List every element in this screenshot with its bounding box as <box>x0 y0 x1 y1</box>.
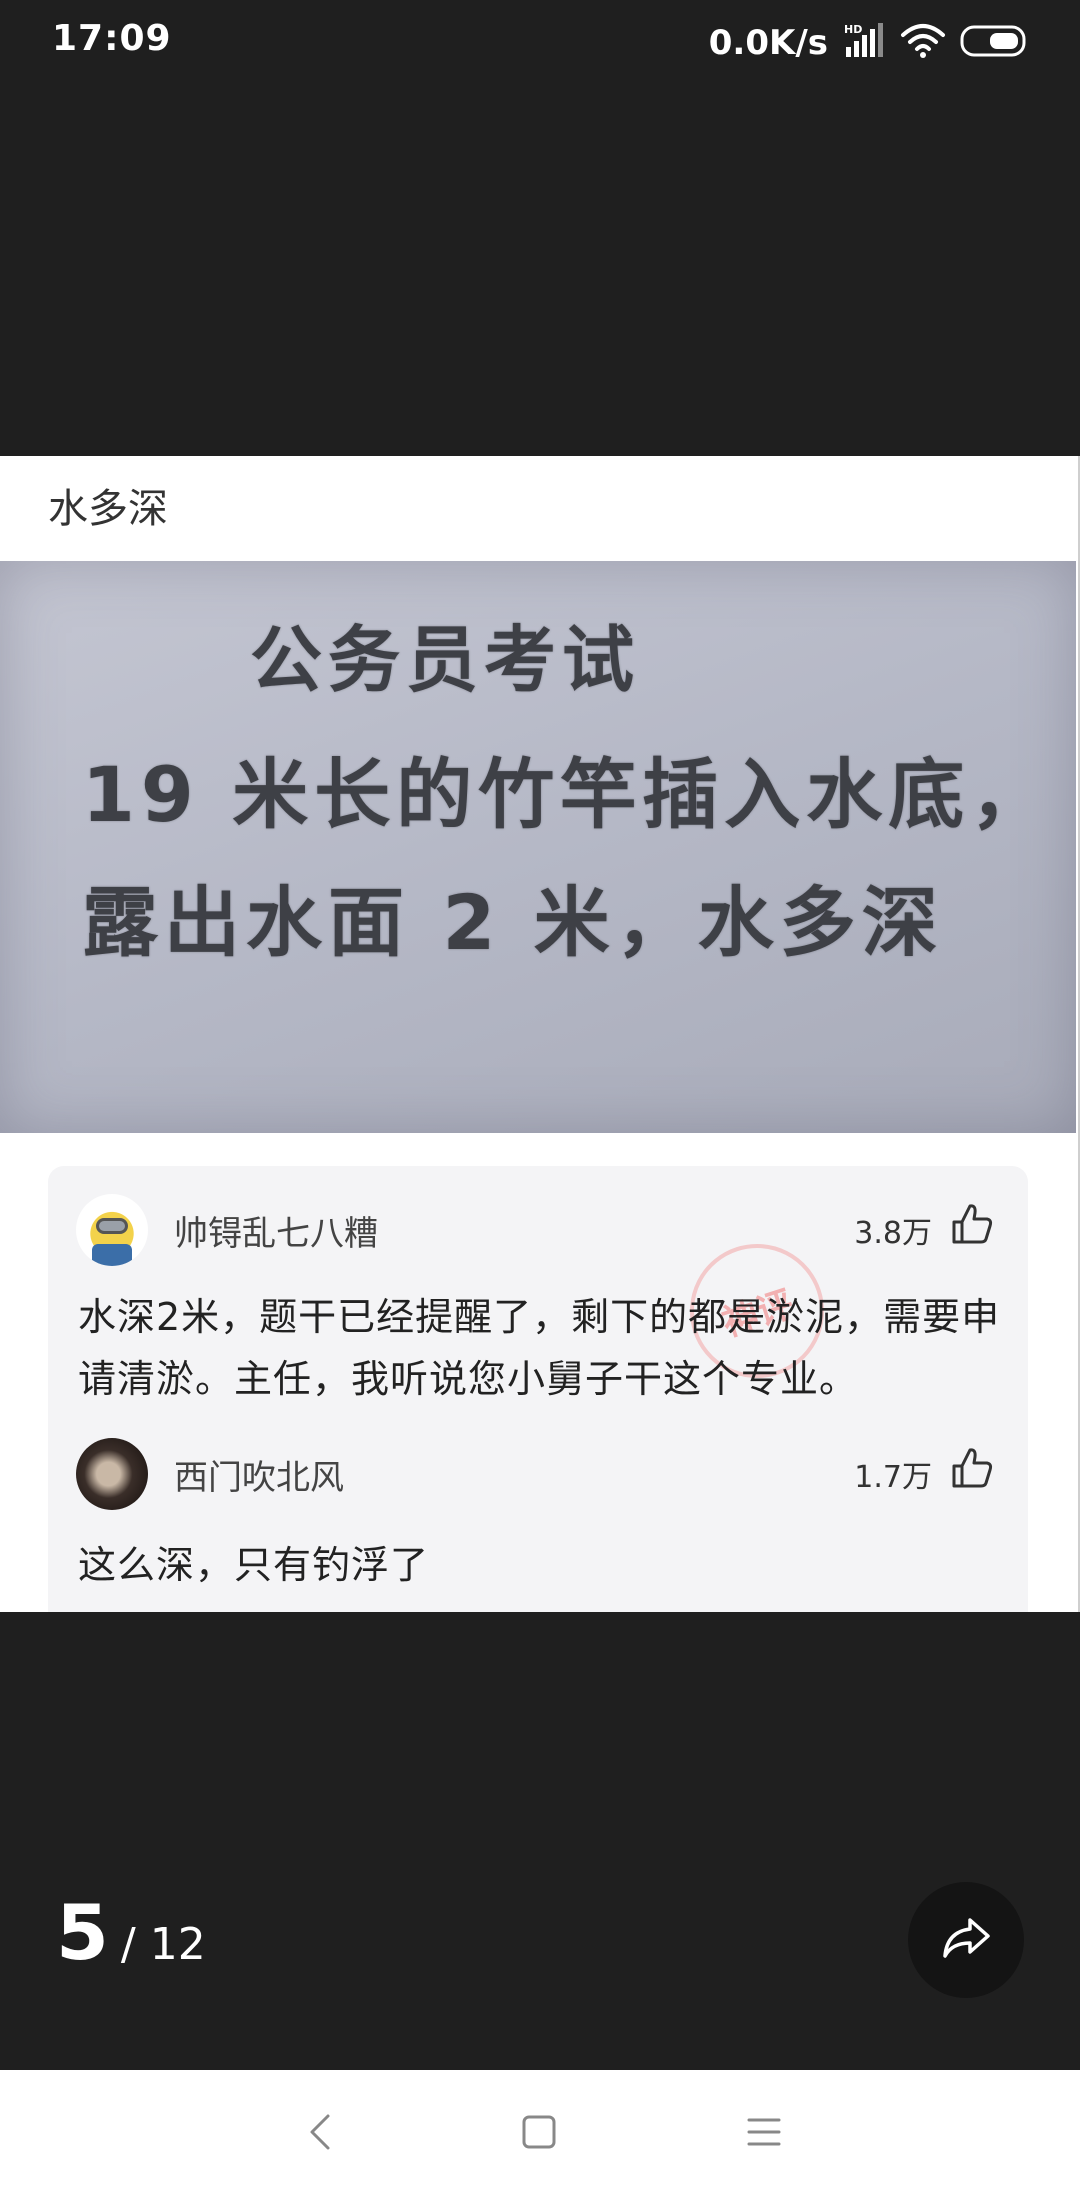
battery-icon <box>960 23 1030 63</box>
image-text-line-3: 露出水面 2 米，水多深 <box>82 878 944 967</box>
pager-total: / 12 <box>120 1919 206 1970</box>
system-navigation-bar <box>0 2070 1080 2198</box>
share-button[interactable] <box>908 1882 1024 1998</box>
signal-hd-label: HD <box>844 23 862 36</box>
comments-section: 帅锝乱七八糟 神评 3.8万 水深2米，题干已经提醒了，剩下的都是淤泥，需要申请… <box>48 1166 1028 1612</box>
post-title: 水多深 <box>48 486 168 532</box>
post-card: 水多深 公务员考试 19 米长的竹竿插入水底， 露出水面 2 米，水多深 帅锝乱… <box>0 456 1080 1612</box>
signal-icon: HD <box>842 21 886 65</box>
network-speed: 0.0K/s <box>708 23 828 63</box>
avatar[interactable] <box>76 1194 148 1266</box>
image-text-line-2: 19 米长的竹竿插入水底， <box>82 750 1053 839</box>
menu-icon <box>744 2112 784 2156</box>
thumbs-up-icon[interactable] <box>948 1444 996 1492</box>
status-indicators: 0.0K/s HD <box>709 18 1030 68</box>
status-bar: 17:09 0.0K/s HD <box>0 0 1080 88</box>
comment-username[interactable]: 西门吹北风 <box>174 1450 344 1499</box>
status-time: 17:09 <box>52 18 172 59</box>
comment-text: 水深2米，题干已经提醒了，剩下的都是淤泥，需要申请清淤。主任，我听说您小舅子干这… <box>78 1295 1001 1401</box>
home-button[interactable] <box>511 2106 567 2162</box>
image-text-line-1: 公务员考试 <box>250 618 641 702</box>
thumbs-up-icon[interactable] <box>948 1200 996 1248</box>
comment-text: 这么深，只有钓浮了 <box>78 1543 430 1587</box>
like-count: 1.7万 <box>854 1460 932 1495</box>
share-icon <box>938 1910 994 1970</box>
back-button[interactable] <box>292 2106 348 2162</box>
pager-current: 5 <box>56 1888 109 1977</box>
like-count: 3.8万 <box>854 1216 932 1251</box>
recent-apps-button[interactable] <box>736 2106 792 2162</box>
comment-username[interactable]: 帅锝乱七八糟 <box>174 1206 378 1255</box>
chevron-left-icon <box>302 2110 338 2158</box>
image-pager: 5 / 12 <box>56 1888 206 1977</box>
wifi-icon <box>900 21 946 65</box>
avatar[interactable] <box>76 1438 148 1510</box>
post-image[interactable]: 公务员考试 19 米长的竹竿插入水底， 露出水面 2 米，水多深 <box>0 561 1076 1133</box>
square-icon <box>519 2112 559 2156</box>
